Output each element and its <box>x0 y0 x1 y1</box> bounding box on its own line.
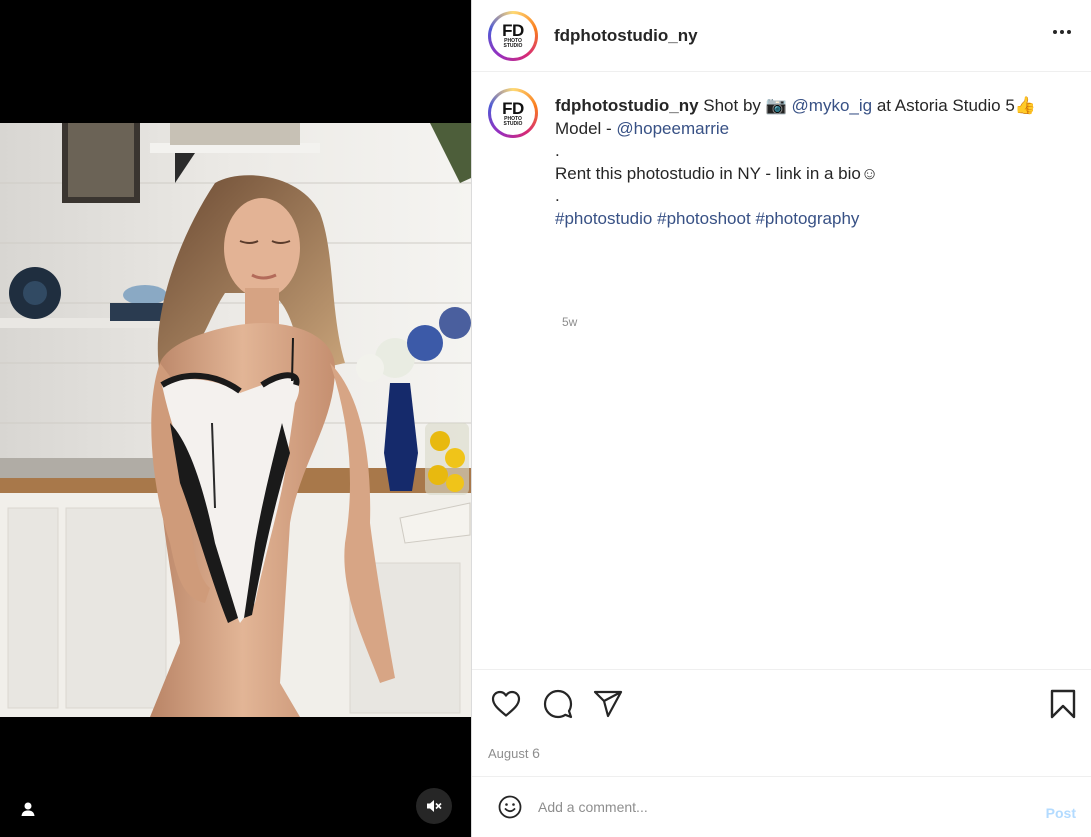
hashtag-link[interactable]: #photostudio <box>555 209 652 228</box>
caption-avatar[interactable]: FD PHOTO STUDIO <box>488 88 538 138</box>
share-button[interactable] <box>592 688 624 720</box>
post-header: FD PHOTO STUDIO fdphotostudio_ny <box>472 0 1091 72</box>
caption-area: FD PHOTO STUDIO fdphotostudio_ny Shot by… <box>472 72 1091 669</box>
comment-input[interactable] <box>538 799 1008 815</box>
post-comment-button[interactable]: Post <box>1046 805 1076 821</box>
like-button[interactable] <box>490 688 522 720</box>
logo-subtext: STUDIO <box>503 43 523 49</box>
caption-segment: Model - <box>555 119 617 138</box>
mute-button[interactable] <box>416 788 452 824</box>
logo-text: FD <box>502 98 524 118</box>
media-panel <box>0 0 471 837</box>
comment-button[interactable] <box>542 688 574 720</box>
comment-bar: Post <box>472 776 1091 837</box>
caption-time-ago[interactable]: 5w <box>562 315 577 329</box>
caption-segment: at Astoria Studio 5👍 <box>872 96 1036 115</box>
more-options-icon <box>1053 30 1071 34</box>
save-button[interactable] <box>1047 688 1079 720</box>
caption-text: fdphotostudio_ny Shot by 📷 @myko_ig at A… <box>555 94 1075 230</box>
post-date-day: 6 <box>532 745 540 761</box>
caption-separator: . <box>555 186 560 205</box>
post-photo[interactable] <box>0 123 471 717</box>
logo-subtext: STUDIO <box>503 120 523 127</box>
logo-text: FD <box>502 21 524 40</box>
heart-icon <box>491 690 521 717</box>
mention-model[interactable]: @hopeemarrie <box>616 119 729 138</box>
post-actions: August 6 <box>472 669 1091 775</box>
caption-username[interactable]: fdphotostudio_ny <box>555 96 699 115</box>
caption-line: Rent this photostudio in NY - link in a … <box>555 164 879 183</box>
post-photo-image <box>0 123 471 717</box>
share-icon <box>593 690 623 718</box>
hashtags: #photostudio #photoshoot #photography <box>555 207 1075 230</box>
comment-icon <box>543 689 573 719</box>
mention-photographer[interactable]: @myko_ig <box>792 96 873 115</box>
hashtag-link[interactable]: #photoshoot <box>657 209 751 228</box>
volume-muted-icon <box>427 800 442 812</box>
avatar-logo: FD PHOTO STUDIO <box>491 13 535 58</box>
emoji-icon <box>498 795 522 819</box>
hashtag-link[interactable]: #photography <box>755 209 859 228</box>
user-tag-button[interactable] <box>14 795 42 823</box>
caption-separator: . <box>555 141 560 160</box>
post-date[interactable]: August 6 <box>488 745 540 761</box>
header-username[interactable]: fdphotostudio_ny <box>554 26 698 46</box>
post-details-panel: FD PHOTO STUDIO fdphotostudio_ny FD PHOT… <box>471 0 1091 837</box>
post-date-month: August <box>488 746 529 761</box>
avatar[interactable]: FD PHOTO STUDIO <box>488 10 538 61</box>
more-options-button[interactable] <box>1051 24 1073 40</box>
emoji-button[interactable] <box>498 795 522 819</box>
caption-segment: Shot by 📷 <box>698 96 792 115</box>
user-icon <box>21 802 35 816</box>
bookmark-icon <box>1050 689 1076 719</box>
